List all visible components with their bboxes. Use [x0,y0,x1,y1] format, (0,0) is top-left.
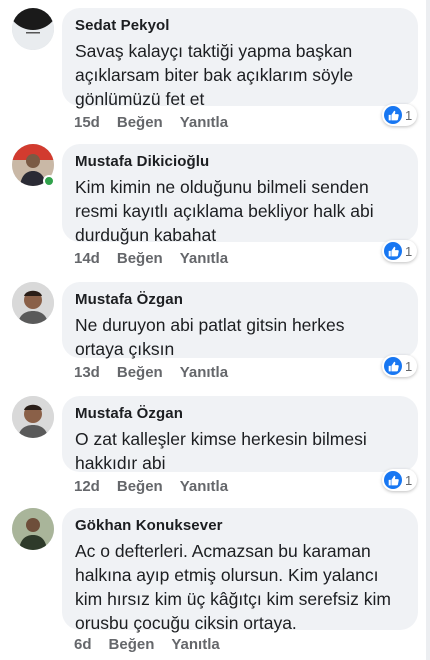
comment-text: O zat kalleşler kimse herkesin bilmesi h… [75,429,367,473]
reaction-badge[interactable]: 1 [382,104,418,126]
comment-time[interactable]: 12d [74,478,100,496]
reaction-count: 1 [405,472,413,488]
thumbs-up-icon [384,471,402,489]
comment-author[interactable]: Mustafa Özgan [75,404,405,423]
reply-button[interactable]: Yanıtla [180,478,228,496]
reaction-count: 1 [405,107,413,123]
comment-actions: 15d Beğen Yanıtla [74,114,228,132]
avatar[interactable] [12,396,54,438]
page-edge-divider [426,0,430,660]
reaction-badge[interactable]: 1 [382,355,418,377]
comment-actions: 6d Beğen Yanıtla [74,636,220,654]
like-button[interactable]: Beğen [117,478,163,496]
comment-author[interactable]: Gökhan Konuksever [75,516,405,535]
reply-button[interactable]: Yanıtla [180,250,228,268]
comment-actions: 14d Beğen Yanıtla [74,250,228,268]
comment-time[interactable]: 6d [74,636,92,654]
comment-bubble: Sedat Pekyol Savaş kalayçı taktiği yapma… [62,8,418,109]
comment-author[interactable]: Sedat Pekyol [75,16,405,35]
avatar[interactable] [12,8,54,50]
comment-text: Ne duruyon abi patlat gitsin herkes orta… [75,315,345,359]
comment-text: Savaş kalayçı taktiği yapma başkan açıkl… [75,41,354,109]
like-button[interactable]: Beğen [109,636,155,654]
comment-time[interactable]: 13d [74,364,100,382]
thumbs-up-icon [384,106,402,124]
comment-actions: 12d Beğen Yanıtla [74,478,228,496]
online-status-indicator [43,175,55,187]
comment-author[interactable]: Mustafa Dikicioğlu [75,152,405,171]
thumbs-up-icon [384,357,402,375]
reaction-badge[interactable]: 1 [382,469,418,491]
reply-button[interactable]: Yanıtla [171,636,219,654]
comment-actions: 13d Beğen Yanıtla [74,364,228,382]
like-button[interactable]: Beğen [117,114,163,132]
avatar[interactable] [12,282,54,324]
comment-author[interactable]: Mustafa Özgan [75,290,405,309]
reply-button[interactable]: Yanıtla [180,364,228,382]
comment-time[interactable]: 15d [74,114,100,132]
comment-bubble: Mustafa Dikicioğlu Kim kimin ne olduğunu… [62,144,418,245]
thumbs-up-icon [384,242,402,260]
comment-time[interactable]: 14d [74,250,100,268]
comment-text: Ac o defterleri. Acmazsan bu karaman hal… [75,541,392,633]
comment-bubble: Gökhan Konuksever Ac o defterleri. Acmaz… [62,508,418,633]
comment-text: Kim kimin ne olduğunu bilmeli senden res… [75,177,374,245]
like-button[interactable]: Beğen [117,250,163,268]
avatar[interactable] [12,508,54,550]
comment-bubble: Mustafa Özgan Ne duruyon abi patlat gits… [62,282,418,359]
comment-bubble: Mustafa Özgan O zat kalleşler kimse herk… [62,396,418,473]
like-button[interactable]: Beğen [117,364,163,382]
reaction-count: 1 [405,243,413,259]
reaction-count: 1 [405,358,413,374]
reaction-badge[interactable]: 1 [382,240,418,262]
reply-button[interactable]: Yanıtla [180,114,228,132]
